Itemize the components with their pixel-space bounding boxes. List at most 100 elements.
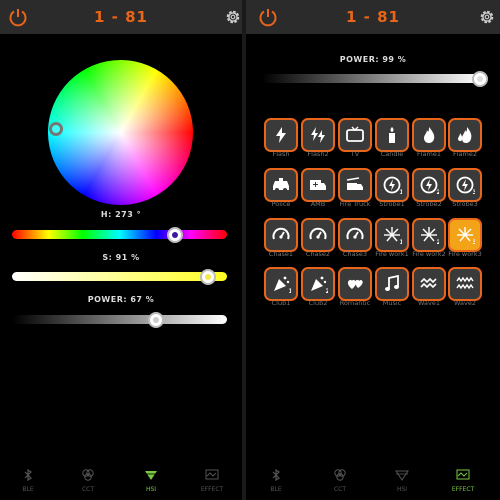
hue-slider[interactable] xyxy=(12,230,227,239)
effect-label: Strobe3 xyxy=(452,200,478,208)
color-wheel-picker[interactable] xyxy=(48,122,63,137)
effect-tile-club1[interactable]: 1 Club1 xyxy=(264,267,298,307)
device-title: 1 - 81 xyxy=(346,8,400,26)
tv-icon xyxy=(346,126,364,142)
nav-hsi[interactable]: HSI xyxy=(377,468,427,493)
nav-cct[interactable]: CCT xyxy=(63,468,113,493)
effect-tile-fire-work1[interactable]: 1 Fire work1 xyxy=(375,218,409,258)
effect-tile-chase2[interactable]: Chase2 xyxy=(301,218,335,258)
cct-circles-icon xyxy=(334,469,346,481)
saturation-slider-thumb[interactable] xyxy=(199,269,216,285)
effect-icon xyxy=(456,469,470,480)
device-title: 1 - 81 xyxy=(94,8,148,26)
effect-tile-tv[interactable]: TV xyxy=(338,118,372,158)
effect-tile-flash2[interactable]: Flash2 xyxy=(301,118,335,158)
effect-tile-strobe2[interactable]: 2 Strobe2 xyxy=(412,168,446,208)
effect-tile-flame1[interactable]: Flame1 xyxy=(412,118,446,158)
svg-text:1: 1 xyxy=(400,239,403,245)
effect-tile-chase1[interactable]: Chase1 xyxy=(264,218,298,258)
svg-text:3: 3 xyxy=(473,239,476,245)
hsi-panel: 1 - 81 H: 273 ° S: 91 % POWER: 67 % BLE … xyxy=(0,0,242,500)
hue-label: H: 273 ° xyxy=(100,210,142,219)
firework-2-icon: 2 xyxy=(421,227,440,245)
strobe-2-icon: 2 xyxy=(420,176,440,195)
top-bar: 1 - 81 xyxy=(0,0,242,34)
power-label: POWER: 99 % xyxy=(339,55,407,64)
nav-hsi[interactable]: HSI xyxy=(126,468,176,493)
nav-effect[interactable]: EFFECT xyxy=(187,468,237,493)
fire-truck-icon xyxy=(346,177,363,190)
effect-panel: 1 - 81 POWER: 99 % Flash Flash2 TV Candle Fl… xyxy=(246,0,500,500)
strobe-3-icon: 3 xyxy=(456,176,476,195)
effect-tile-strobe3[interactable]: 3 Strobe3 xyxy=(448,168,482,208)
svg-text:3: 3 xyxy=(473,189,476,195)
effect-tile-fire-truck[interactable]: Fire Truck xyxy=(338,168,372,208)
nav-effect[interactable]: EFFECT xyxy=(438,468,488,493)
power-slider-thumb[interactable] xyxy=(471,71,488,87)
effect-icon xyxy=(205,469,219,480)
bluetooth-icon xyxy=(24,468,32,482)
chase-3-icon xyxy=(346,227,364,240)
hue-slider-thumb[interactable] xyxy=(167,227,184,243)
svg-text:2: 2 xyxy=(437,189,440,195)
effect-label: Wave2 xyxy=(454,299,476,307)
effect-tile-candle[interactable]: Candle xyxy=(375,118,409,158)
power-slider[interactable] xyxy=(12,315,227,324)
effect-tile-amb[interactable]: AMB xyxy=(301,168,335,208)
hsi-funnel-icon xyxy=(395,470,409,481)
effect-tile-fire-work3[interactable]: 3 Fire work3 xyxy=(448,218,482,258)
nav-cct[interactable]: CCT xyxy=(315,468,365,493)
effect-tile-strobe1[interactable]: 1 Strobe1 xyxy=(375,168,409,208)
strobe-1-icon: 1 xyxy=(383,176,403,195)
double-bolt-icon xyxy=(311,127,325,143)
club-2-icon: 2 xyxy=(311,276,329,294)
hearts-icon xyxy=(347,279,363,289)
cct-circles-icon xyxy=(82,469,94,481)
double-flame-icon xyxy=(458,127,472,143)
effect-tile-fire-work2[interactable]: 2 Fire work2 xyxy=(412,218,446,258)
color-wheel[interactable] xyxy=(48,60,193,205)
bluetooth-icon xyxy=(272,468,280,482)
nav-ble[interactable]: BLE xyxy=(3,468,53,493)
effect-tile-music[interactable]: Music xyxy=(375,267,409,307)
chase-1-icon xyxy=(272,227,290,240)
ambulance-icon xyxy=(310,180,326,190)
bolt-icon xyxy=(276,127,286,143)
chase-2-icon xyxy=(309,227,327,240)
candle-icon xyxy=(389,127,395,143)
effect-label: Flame2 xyxy=(453,150,477,158)
club-1-icon: 1 xyxy=(274,276,292,294)
flame-icon xyxy=(424,127,435,143)
svg-text:1: 1 xyxy=(400,189,403,195)
effect-tile-romantic[interactable]: Romantic xyxy=(338,267,372,307)
effect-tile-police[interactable]: Police xyxy=(264,168,298,208)
effect-tile-chase3[interactable]: Chase3 xyxy=(338,218,372,258)
wave-1-icon xyxy=(420,277,437,289)
svg-text:1: 1 xyxy=(289,288,292,294)
power-slider[interactable] xyxy=(262,74,482,83)
top-bar: 1 - 81 xyxy=(246,0,500,34)
gear-icon[interactable] xyxy=(224,8,242,26)
effect-tile-flame2[interactable]: Flame2 xyxy=(448,118,482,158)
firework-1-icon: 1 xyxy=(384,227,403,245)
power-slider-thumb[interactable] xyxy=(148,312,165,328)
hsi-funnel-icon xyxy=(145,471,157,480)
effect-tile-wave2[interactable]: Wave2 xyxy=(448,267,482,307)
police-car-icon xyxy=(273,178,289,192)
bottom-nav: BLE CCT HSI EFFECT xyxy=(0,460,242,500)
effect-tile-flash[interactable]: Flash xyxy=(264,118,298,158)
saturation-slider[interactable] xyxy=(12,272,227,281)
effect-tile-wave1[interactable]: Wave1 xyxy=(412,267,446,307)
svg-text:2: 2 xyxy=(326,288,329,294)
bottom-nav: BLE CCT HSI EFFECT xyxy=(246,460,500,500)
effect-label: Fire work3 xyxy=(448,250,482,258)
saturation-label: S: 91 % xyxy=(102,253,140,262)
nav-ble[interactable]: BLE xyxy=(251,468,301,493)
power-label: POWER: 67 % xyxy=(87,295,155,304)
music-note-icon xyxy=(385,274,399,291)
gear-icon[interactable] xyxy=(478,8,496,26)
svg-text:2: 2 xyxy=(437,239,440,245)
wave-2-icon xyxy=(456,276,474,290)
effect-tile-club2[interactable]: 2 Club2 xyxy=(301,267,335,307)
firework-3-icon: 3 xyxy=(457,227,476,245)
